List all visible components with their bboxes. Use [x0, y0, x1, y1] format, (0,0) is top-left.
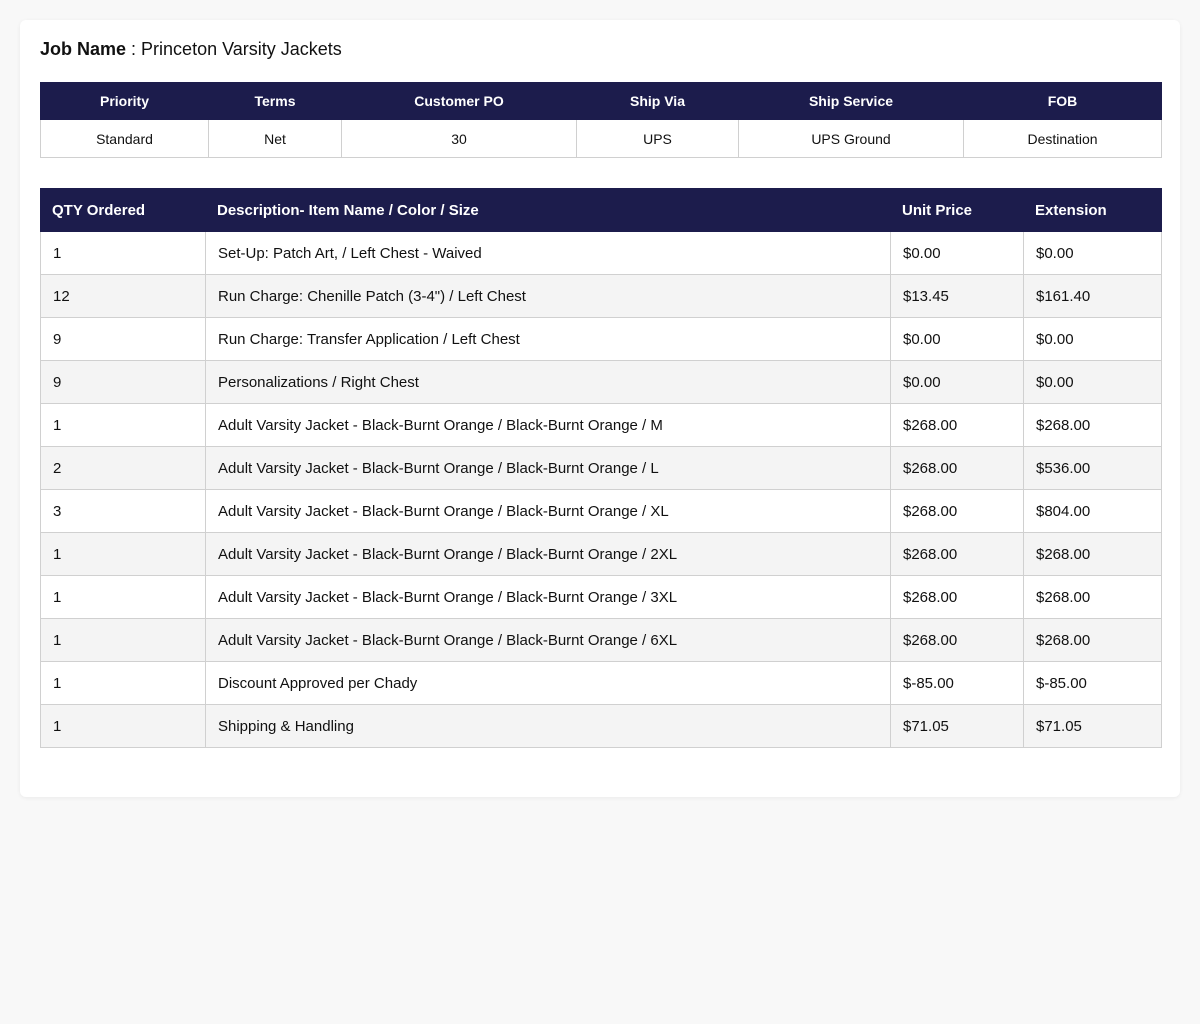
- table-row: 12 Run Charge: Chenille Patch (3-4") / L…: [40, 274, 1162, 318]
- table-row: 2 Adult Varsity Jacket - Black-Burnt Ora…: [40, 446, 1162, 490]
- job-name-label: Job Name: [40, 39, 127, 59]
- extension-cell: $536.00: [1023, 446, 1162, 490]
- qty-cell: 1: [40, 532, 206, 576]
- unit-price-cell: $13.45: [890, 274, 1024, 318]
- unit-price-cell: $268.00: [890, 403, 1024, 447]
- extension-cell: $268.00: [1023, 403, 1162, 447]
- qty-cell: 2: [40, 446, 206, 490]
- qty-cell: 1: [40, 231, 206, 275]
- unit-price-cell: $0.00: [890, 231, 1024, 275]
- qty-cell: 1: [40, 575, 206, 619]
- job-name-value: Princeton Varsity Jackets: [141, 39, 342, 59]
- description-cell: Run Charge: Transfer Application / Left …: [205, 317, 891, 361]
- unit-price-cell: $0.00: [890, 317, 1024, 361]
- extension-cell: $0.00: [1023, 360, 1162, 404]
- order-info-value-row: Standard Net 30 UPS UPS Ground Destinati…: [40, 119, 1162, 158]
- job-name-separator: :: [126, 39, 142, 59]
- qty-cell: 12: [40, 274, 206, 318]
- unit-price-cell: $268.00: [890, 489, 1024, 533]
- table-row: 1 Discount Approved per Chady $-85.00 $-…: [40, 661, 1162, 705]
- header-terms: Terms: [208, 82, 342, 120]
- order-info-table: Priority Terms Customer PO Ship Via Ship…: [40, 82, 1162, 158]
- description-cell: Adult Varsity Jacket - Black-Burnt Orang…: [205, 575, 891, 619]
- table-row: 9 Run Charge: Transfer Application / Lef…: [40, 317, 1162, 361]
- value-fob: Destination: [963, 119, 1162, 158]
- table-row: 3 Adult Varsity Jacket - Black-Burnt Ora…: [40, 489, 1162, 533]
- line-items-table: QTY Ordered Description- Item Name / Col…: [40, 188, 1162, 748]
- table-row: 1 Adult Varsity Jacket - Black-Burnt Ora…: [40, 403, 1162, 447]
- header-qty-ordered: QTY Ordered: [40, 188, 206, 232]
- header-priority: Priority: [40, 82, 209, 120]
- header-unit-price: Unit Price: [890, 188, 1024, 232]
- value-terms: Net: [208, 119, 342, 158]
- qty-cell: 9: [40, 317, 206, 361]
- unit-price-cell: $268.00: [890, 618, 1024, 662]
- extension-cell: $804.00: [1023, 489, 1162, 533]
- extension-cell: $268.00: [1023, 618, 1162, 662]
- description-cell: Adult Varsity Jacket - Black-Burnt Orang…: [205, 532, 891, 576]
- description-cell: Run Charge: Chenille Patch (3-4") / Left…: [205, 274, 891, 318]
- qty-cell: 1: [40, 618, 206, 662]
- qty-cell: 1: [40, 403, 206, 447]
- unit-price-cell: $71.05: [890, 704, 1024, 748]
- header-description: Description- Item Name / Color / Size: [205, 188, 891, 232]
- qty-cell: 1: [40, 661, 206, 705]
- line-items-header-row: QTY Ordered Description- Item Name / Col…: [40, 188, 1162, 232]
- unit-price-cell: $268.00: [890, 575, 1024, 619]
- unit-price-cell: $268.00: [890, 532, 1024, 576]
- extension-cell: $-85.00: [1023, 661, 1162, 705]
- table-row: 1 Shipping & Handling $71.05 $71.05: [40, 704, 1162, 748]
- header-extension: Extension: [1023, 188, 1162, 232]
- table-row: 1 Adult Varsity Jacket - Black-Burnt Ora…: [40, 575, 1162, 619]
- description-cell: Adult Varsity Jacket - Black-Burnt Orang…: [205, 446, 891, 490]
- value-ship-service: UPS Ground: [738, 119, 964, 158]
- description-cell: Personalizations / Right Chest: [205, 360, 891, 404]
- header-ship-via: Ship Via: [576, 82, 739, 120]
- qty-cell: 9: [40, 360, 206, 404]
- header-customer-po: Customer PO: [341, 82, 577, 120]
- extension-cell: $0.00: [1023, 231, 1162, 275]
- description-cell: Discount Approved per Chady: [205, 661, 891, 705]
- unit-price-cell: $268.00: [890, 446, 1024, 490]
- description-cell: Shipping & Handling: [205, 704, 891, 748]
- value-customer-po: 30: [341, 119, 577, 158]
- extension-cell: $71.05: [1023, 704, 1162, 748]
- order-info-header-row: Priority Terms Customer PO Ship Via Ship…: [40, 82, 1162, 120]
- qty-cell: 3: [40, 489, 206, 533]
- extension-cell: $161.40: [1023, 274, 1162, 318]
- order-card: Job Name : Princeton Varsity Jackets Pri…: [20, 20, 1180, 797]
- extension-cell: $268.00: [1023, 532, 1162, 576]
- header-ship-service: Ship Service: [738, 82, 964, 120]
- description-cell: Adult Varsity Jacket - Black-Burnt Orang…: [205, 403, 891, 447]
- job-name-line: Job Name : Princeton Varsity Jackets: [40, 38, 342, 60]
- description-cell: Adult Varsity Jacket - Black-Burnt Orang…: [205, 489, 891, 533]
- extension-cell: $0.00: [1023, 317, 1162, 361]
- header-fob: FOB: [963, 82, 1162, 120]
- table-row: 9 Personalizations / Right Chest $0.00 $…: [40, 360, 1162, 404]
- value-priority: Standard: [40, 119, 209, 158]
- description-cell: Set-Up: Patch Art, / Left Chest - Waived: [205, 231, 891, 275]
- qty-cell: 1: [40, 704, 206, 748]
- table-row: 1 Set-Up: Patch Art, / Left Chest - Waiv…: [40, 231, 1162, 275]
- unit-price-cell: $-85.00: [890, 661, 1024, 705]
- unit-price-cell: $0.00: [890, 360, 1024, 404]
- extension-cell: $268.00: [1023, 575, 1162, 619]
- table-row: 1 Adult Varsity Jacket - Black-Burnt Ora…: [40, 532, 1162, 576]
- value-ship-via: UPS: [576, 119, 739, 158]
- description-cell: Adult Varsity Jacket - Black-Burnt Orang…: [205, 618, 891, 662]
- table-row: 1 Adult Varsity Jacket - Black-Burnt Ora…: [40, 618, 1162, 662]
